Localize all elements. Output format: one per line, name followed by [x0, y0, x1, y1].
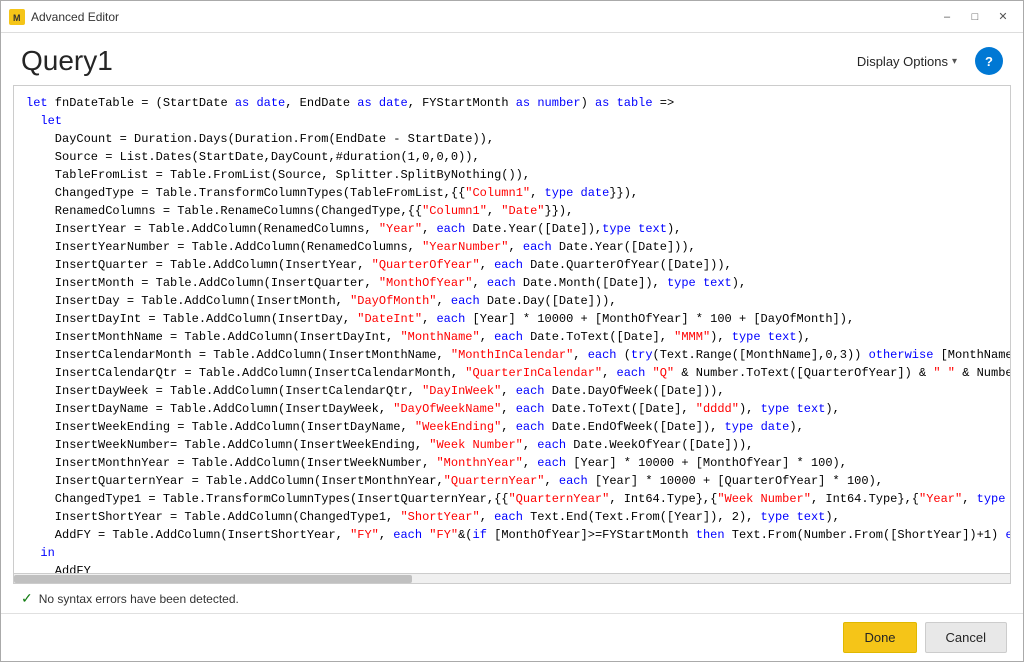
code-line: InsertDay = Table.AddColumn(InsertMonth,…: [26, 292, 998, 310]
code-line: ChangedType1 = Table.TransformColumnType…: [26, 490, 998, 508]
maximize-button[interactable]: □: [963, 7, 987, 27]
code-line: DayCount = Duration.Days(Duration.From(E…: [26, 130, 998, 148]
code-line: InsertYear = Table.AddColumn(RenamedColu…: [26, 220, 998, 238]
code-line: in: [26, 544, 998, 562]
chevron-down-icon: ▾: [952, 56, 957, 67]
code-editor[interactable]: let fnDateTable = (StartDate as date, En…: [14, 86, 1010, 573]
code-line: Source = List.Dates(StartDate,DayCount,#…: [26, 148, 998, 166]
code-line: InsertQuarternYear = Table.AddColumn(Ins…: [26, 472, 998, 490]
help-button[interactable]: ?: [975, 47, 1003, 75]
code-editor-container: let fnDateTable = (StartDate as date, En…: [13, 85, 1011, 574]
code-line: InsertMonthName = Table.AddColumn(Insert…: [26, 328, 998, 346]
svg-text:M: M: [13, 13, 21, 23]
display-options-label: Display Options: [857, 54, 948, 69]
status-bar: ✓ No syntax errors have been detected.: [1, 584, 1023, 613]
app-icon: M: [9, 9, 25, 25]
query-title: Query1: [21, 45, 113, 77]
header-actions: Display Options ▾ ?: [847, 47, 1003, 75]
title-bar-text: Advanced Editor: [31, 10, 935, 24]
code-line: let fnDateTable = (StartDate as date, En…: [26, 94, 998, 112]
footer: Done Cancel: [1, 613, 1023, 661]
code-line: InsertDayName = Table.AddColumn(InsertDa…: [26, 400, 998, 418]
code-line: InsertYearNumber = Table.AddColumn(Renam…: [26, 238, 998, 256]
window-controls: ‒ □ ✕: [935, 7, 1015, 27]
code-line: InsertCalendarMonth = Table.AddColumn(In…: [26, 346, 998, 364]
status-text: No syntax errors have been detected.: [39, 592, 239, 606]
code-line: InsertWeekEnding = Table.AddColumn(Inser…: [26, 418, 998, 436]
code-line: InsertShortYear = Table.AddColumn(Change…: [26, 508, 998, 526]
code-line: InsertMonthnYear = Table.AddColumn(Inser…: [26, 454, 998, 472]
done-button[interactable]: Done: [843, 622, 916, 653]
close-button[interactable]: ✕: [991, 7, 1015, 27]
code-line: InsertDayWeek = Table.AddColumn(InsertCa…: [26, 382, 998, 400]
display-options-button[interactable]: Display Options ▾: [847, 48, 967, 75]
code-line: AddFY: [26, 562, 998, 573]
code-line: InsertMonth = Table.AddColumn(InsertQuar…: [26, 274, 998, 292]
code-line: InsertQuarter = Table.AddColumn(InsertYe…: [26, 256, 998, 274]
code-line: InsertCalendarQtr = Table.AddColumn(Inse…: [26, 364, 998, 382]
title-bar: M Advanced Editor ‒ □ ✕: [1, 1, 1023, 33]
code-line: ChangedType = Table.TransformColumnTypes…: [26, 184, 998, 202]
horizontal-scrollbar[interactable]: [13, 574, 1011, 584]
code-line: TableFromList = Table.FromList(Source, S…: [26, 166, 998, 184]
advanced-editor-window: M Advanced Editor ‒ □ ✕ Query1 Display O…: [0, 0, 1024, 662]
code-line: AddFY = Table.AddColumn(InsertShortYear,…: [26, 526, 998, 544]
cancel-button[interactable]: Cancel: [925, 622, 1007, 653]
code-line: let: [26, 112, 998, 130]
scrollbar-thumb: [14, 575, 412, 583]
minimize-button[interactable]: ‒: [935, 7, 959, 27]
editor-header: Query1 Display Options ▾ ?: [1, 33, 1023, 85]
code-line: InsertDayInt = Table.AddColumn(InsertDay…: [26, 310, 998, 328]
code-line: InsertWeekNumber= Table.AddColumn(Insert…: [26, 436, 998, 454]
check-icon: ✓: [21, 590, 33, 607]
code-line: RenamedColumns = Table.RenameColumns(Cha…: [26, 202, 998, 220]
help-label: ?: [985, 54, 993, 69]
